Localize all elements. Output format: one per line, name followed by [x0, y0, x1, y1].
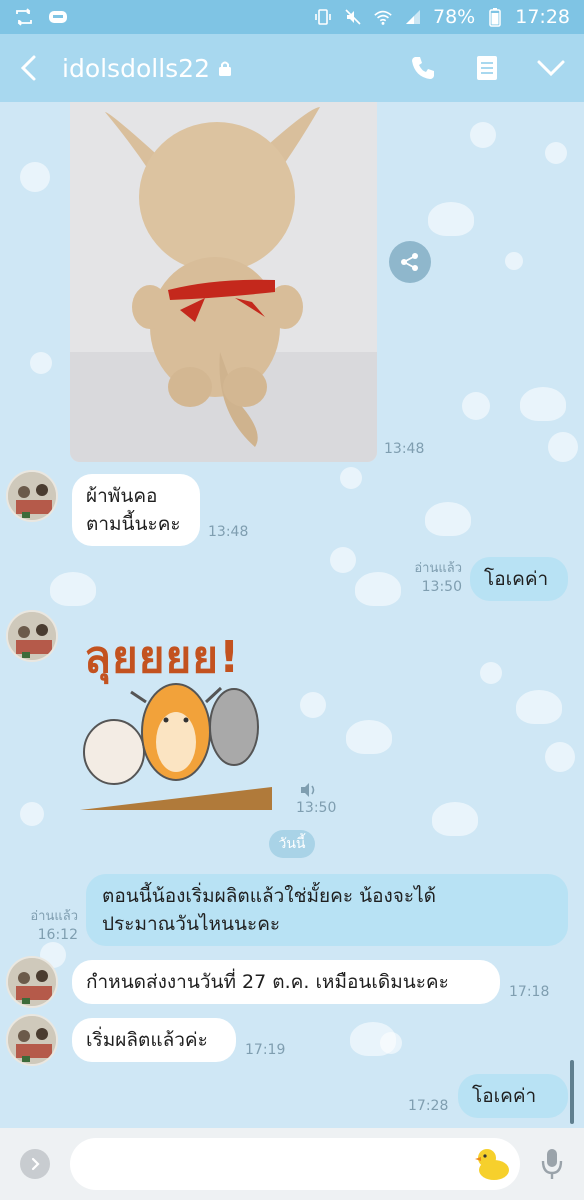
share-button[interactable]: [389, 241, 431, 283]
bg-pattern-jellyfish: [425, 502, 471, 536]
back-button[interactable]: [18, 48, 48, 88]
bg-pattern-dot: [505, 252, 523, 270]
notes-icon: [477, 56, 497, 80]
message-text-line: ตอนนี้น้องเริ่มผลิตแล้วใช่มั้ยคะ น้องจะไ…: [102, 885, 436, 907]
expand-button[interactable]: [20, 1149, 50, 1179]
message-bubble-incoming[interactable]: กำหนดส่งงานวันที่ 27 ต.ค. เหมือนเดิมนะคะ: [72, 960, 500, 1004]
day-divider: วันนี้: [269, 830, 315, 858]
bg-pattern-jellyfish: [50, 572, 96, 606]
duck-emoji-icon: [475, 1149, 509, 1180]
message-time: 17:28: [408, 1098, 449, 1114]
message-time: 13:50: [421, 579, 462, 595]
retweet-icon: [14, 8, 34, 26]
bg-pattern-dot: [545, 742, 575, 772]
image-message[interactable]: [70, 102, 377, 462]
bg-pattern-dot: [545, 142, 567, 164]
read-label: อ่านแล้ว: [30, 909, 78, 924]
share-icon: [401, 253, 418, 271]
phone-icon: [412, 57, 434, 79]
bg-pattern-dot: [462, 392, 490, 420]
message-time: 16:12: [37, 927, 78, 943]
call-button[interactable]: [408, 53, 438, 83]
read-receipt: อ่านแล้ว 16:12: [20, 908, 78, 944]
message-bubble-incoming[interactable]: เริ่มผลิตแล้วค่ะ: [72, 1018, 236, 1062]
lock-icon: [218, 61, 231, 76]
message-time: 13:48: [384, 441, 425, 457]
chat-header: idolsdolls22: [0, 34, 584, 102]
bg-pattern-jellyfish: [428, 202, 474, 236]
battery-percent: 78%: [433, 6, 476, 28]
status-right-icons: 78% 17:28: [313, 6, 570, 28]
bg-pattern-jellyfish: [355, 572, 401, 606]
emoji-button[interactable]: [472, 1146, 512, 1182]
bg-pattern-dot: [300, 692, 326, 718]
bg-pattern-dot: [340, 467, 362, 489]
line-badge-icon: [48, 8, 68, 26]
message-bubble-outgoing[interactable]: โอเคค่า: [470, 557, 568, 601]
cats-sticker-illustration: [80, 683, 272, 810]
avatar[interactable]: [6, 956, 58, 1008]
bg-pattern-dot: [548, 432, 578, 462]
bg-pattern-dot: [20, 162, 50, 192]
wifi-icon: [373, 8, 393, 26]
avatar[interactable]: [6, 470, 58, 522]
bg-pattern-dot: [30, 352, 52, 374]
message-time: 17:19: [245, 1042, 286, 1058]
bg-pattern-jellyfish: [520, 387, 566, 421]
vibrate-icon: [313, 8, 333, 26]
mic-button[interactable]: [540, 1146, 564, 1182]
status-time: 17:28: [515, 6, 570, 28]
read-label: อ่านแล้ว: [414, 561, 462, 576]
message-text-line: ตามนี้นะคะ: [86, 513, 181, 535]
bg-pattern-dot: [470, 122, 496, 148]
chat-title[interactable]: idolsdolls22: [62, 54, 210, 83]
chevron-down-icon: [537, 60, 565, 77]
message-time: 17:18: [509, 984, 550, 1000]
mic-icon: [541, 1149, 563, 1179]
bg-pattern-dot: [20, 802, 44, 826]
header-actions: [408, 53, 566, 83]
bg-pattern-jellyfish: [350, 1022, 396, 1056]
mute-icon: [343, 8, 363, 26]
avatar[interactable]: [6, 610, 58, 662]
bg-pattern-dot: [480, 662, 502, 684]
sticker-message[interactable]: ลุยยยย!: [76, 622, 276, 812]
status-bar: 78% 17:28: [0, 0, 584, 34]
back-icon: [20, 55, 36, 81]
message-time: 13:48: [208, 524, 249, 540]
avatar[interactable]: [6, 1014, 58, 1066]
scrollbar[interactable]: [570, 1060, 574, 1124]
message-bubble-outgoing[interactable]: โอเคค่า: [458, 1074, 568, 1118]
status-left-icons: [14, 8, 68, 26]
chat-area[interactable]: 13:48 ผ้าพันคอ ตามนี้นะคะ 13:48 อ่านแล้ว…: [0, 102, 584, 1128]
message-time: 13:50: [296, 800, 337, 816]
expand-icon: [31, 1157, 40, 1171]
read-receipt: อ่านแล้ว 13:50: [402, 560, 462, 596]
message-bubble-incoming[interactable]: ผ้าพันคอ ตามนี้นะคะ: [72, 474, 200, 546]
bg-pattern-jellyfish: [516, 690, 562, 724]
bg-pattern-dot: [330, 547, 356, 573]
plush-doll-photo: [70, 102, 377, 462]
battery-icon: [485, 8, 505, 27]
bg-pattern-jellyfish: [432, 802, 478, 836]
message-input[interactable]: [69, 1138, 521, 1190]
menu-dropdown-button[interactable]: [536, 53, 566, 83]
message-text-line: ประมาณวันไหนนะคะ: [102, 913, 281, 935]
message-text-line: ผ้าพันคอ: [86, 485, 158, 507]
speaker-icon[interactable]: [299, 782, 317, 798]
notes-button[interactable]: [472, 53, 502, 83]
signal-icon: [403, 8, 423, 26]
bg-pattern-jellyfish: [346, 720, 392, 754]
message-bubble-outgoing[interactable]: ตอนนี้น้องเริ่มผลิตแล้วใช่มั้ยคะ น้องจะไ…: [86, 874, 568, 946]
